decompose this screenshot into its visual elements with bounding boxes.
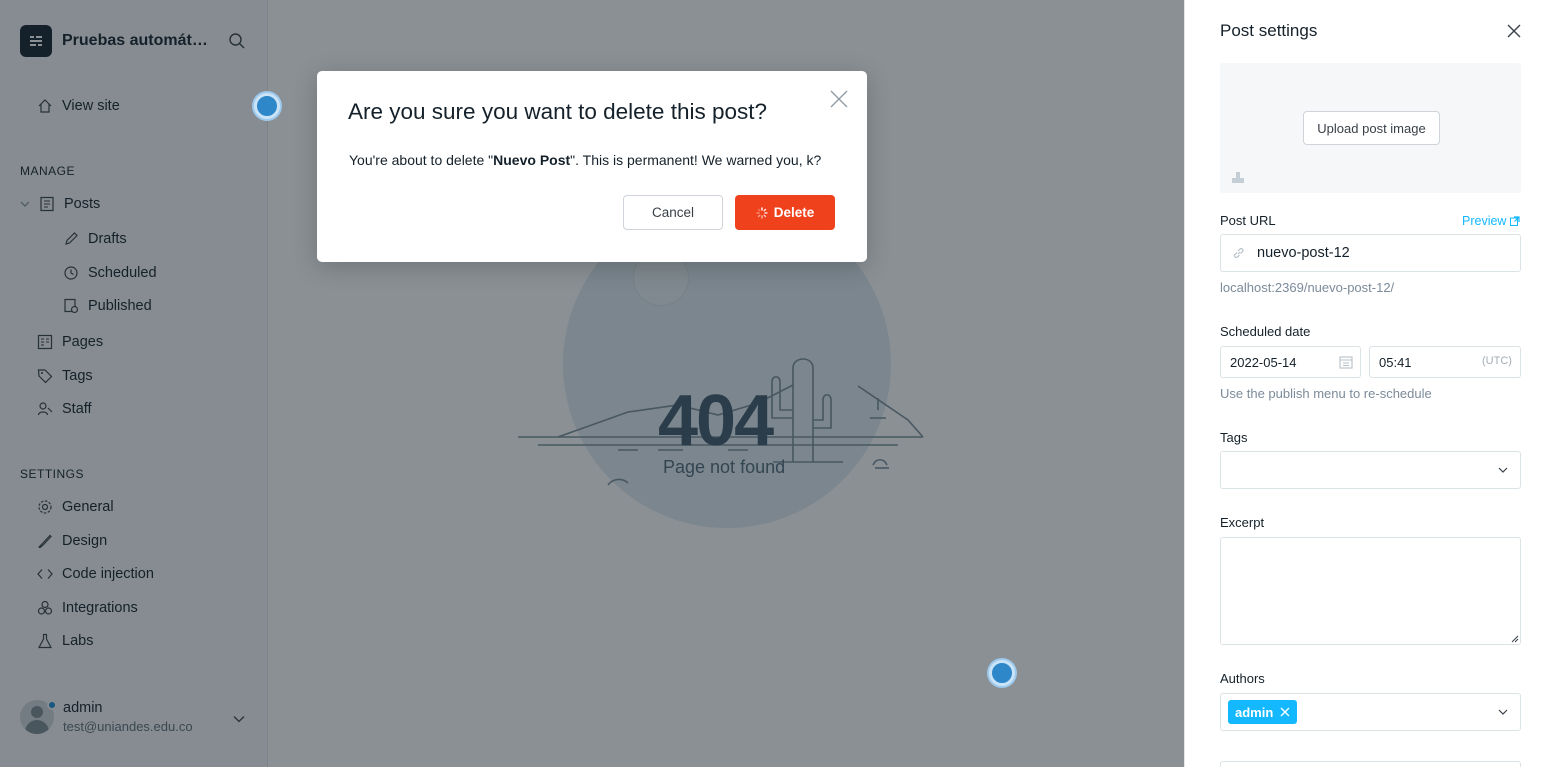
time-value: 05:41 [1379,354,1412,370]
post-url-label: Post URL [1220,213,1276,228]
time-input[interactable]: 05:41 (UTC) [1369,346,1521,378]
cancel-button[interactable]: Cancel [623,195,723,230]
link-icon [1232,246,1246,260]
modal-title: Are you sure you want to delete this pos… [348,99,767,124]
tour-pulse-indicator[interactable] [252,91,282,121]
schedule-help: Use the publish menu to re-schedule [1220,386,1432,401]
excerpt-textarea[interactable] [1220,537,1521,645]
post-url-input[interactable]: nuevo-post-12 [1220,234,1521,272]
remove-author-icon[interactable] [1280,707,1290,717]
message-prefix: You're about to delete " [349,152,494,168]
close-icon[interactable] [830,90,848,108]
preview-link[interactable]: Preview [1462,214,1521,228]
next-field[interactable] [1220,761,1521,767]
feature-image-area: Upload post image [1220,63,1521,193]
chevron-down-icon[interactable] [1497,706,1509,718]
modal-message: You're about to delete "Nuevo Post". Thi… [349,152,821,168]
external-link-icon [1510,216,1521,226]
scheduled-date-label: Scheduled date [1220,324,1311,339]
preview-label: Preview [1462,214,1507,228]
tour-pulse-indicator[interactable] [987,658,1017,688]
close-icon[interactable] [1506,23,1522,39]
post-url-value: nuevo-post-12 [1257,245,1350,261]
chevron-down-icon[interactable] [1497,464,1509,476]
full-url: localhost:2369/nuevo-post-12/ [1220,280,1395,295]
delete-button-label: Delete [773,205,815,220]
author-chip-label: admin [1235,704,1274,720]
image-upload-icon[interactable] [1230,169,1246,190]
upload-image-button[interactable]: Upload post image [1303,111,1440,145]
date-value: 2022-05-14 [1230,354,1297,370]
excerpt-label: Excerpt [1220,515,1265,530]
timezone-label: (UTC) [1482,355,1512,367]
delete-post-modal: Are you sure you want to delete this pos… [317,71,867,262]
panel-title: Post settings [1220,21,1318,40]
post-settings-panel: Post settings Upload post image Post URL… [1184,0,1544,767]
spinner-icon [756,206,768,219]
message-suffix: ". This is permanent! We warned you, k? [570,152,822,168]
authors-input[interactable]: admin [1220,693,1521,731]
tags-input[interactable] [1220,451,1521,489]
tags-label: Tags [1220,430,1248,445]
delete-button[interactable]: Delete [735,195,835,230]
date-input[interactable]: 2022-05-14 [1220,346,1361,378]
authors-label: Authors [1220,671,1265,686]
author-chip[interactable]: admin [1228,700,1298,724]
calendar-icon [1339,355,1353,369]
resize-handle-icon[interactable] [1511,635,1519,643]
post-name: Nuevo Post [493,152,571,168]
